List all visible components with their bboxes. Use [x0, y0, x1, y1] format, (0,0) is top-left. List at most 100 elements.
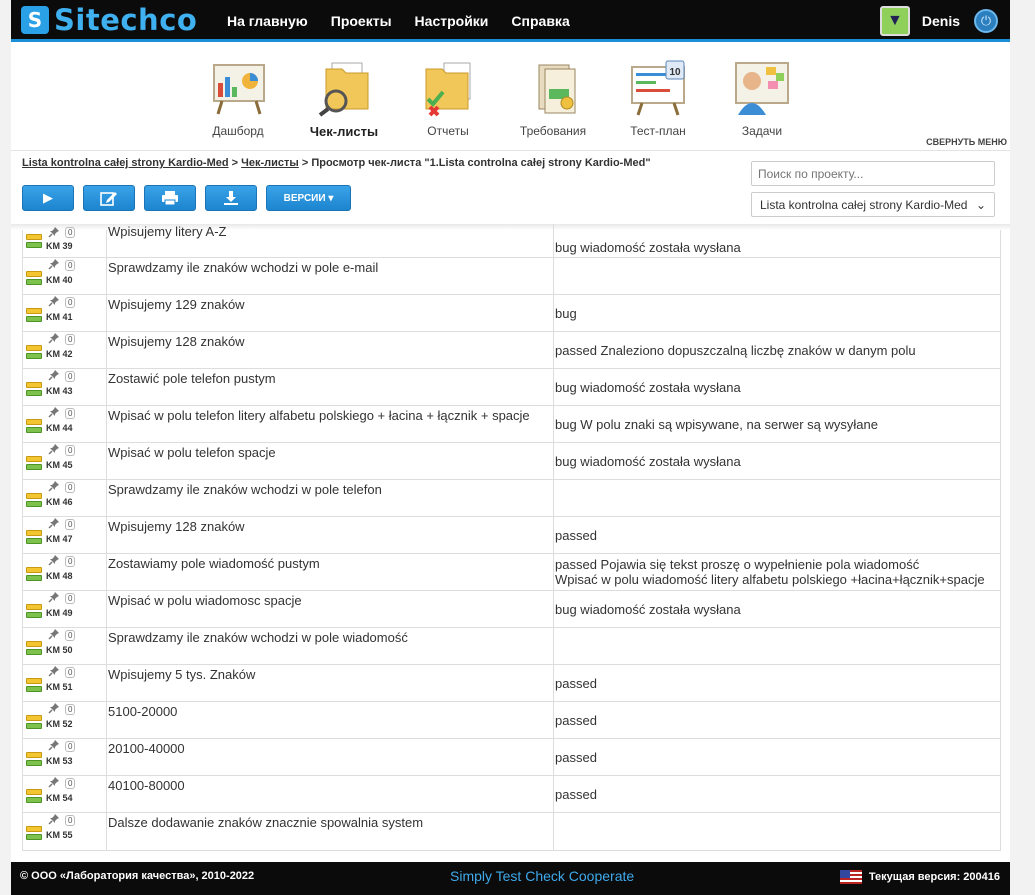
step-result[interactable]	[554, 480, 1000, 516]
table-row[interactable]: 0 KM 40 Sprawdzamy ile znaków wchodzi w po…	[23, 258, 1000, 295]
step-text[interactable]: Sprawdzamy ile znaków wchodzi w pole wia…	[107, 628, 554, 664]
step-text[interactable]: Zostawić pole telefon pustym	[107, 369, 554, 405]
comment-count[interactable]: 0	[65, 227, 76, 238]
status-bars[interactable]	[26, 409, 42, 433]
logo[interactable]: S Sitechco	[21, 6, 197, 35]
status-bars[interactable]	[26, 372, 42, 396]
step-result[interactable]	[554, 628, 1000, 664]
status-bars[interactable]	[26, 742, 42, 766]
step-result[interactable]: bug W polu znaki są wpisywane, na serwer…	[554, 406, 1000, 442]
comment-count[interactable]: 0	[65, 667, 76, 678]
table-row[interactable]: 0 KM 46 Sprawdzamy ile znaków wchodzi w po…	[23, 480, 1000, 517]
step-result[interactable]: bug wiadomość została wysłana	[554, 591, 1000, 627]
step-text[interactable]: Wpisujemy 128 znaków	[107, 517, 554, 553]
module-requirements[interactable]: Требования	[508, 59, 598, 138]
step-text[interactable]: 40100-80000	[107, 776, 554, 812]
step-text[interactable]: Dalsze dodawanie znaków znacznie spowaln…	[107, 813, 554, 850]
comment-count[interactable]: 0	[65, 371, 76, 382]
table-row[interactable]: 0 KM 47 Wpisujemy 128 znaków passed	[23, 517, 1000, 554]
comment-count[interactable]: 0	[65, 556, 76, 567]
versions-dropdown[interactable]: ВЕРСИИ ▾	[266, 185, 351, 211]
status-bars[interactable]	[26, 261, 42, 285]
nav-home[interactable]: На главную	[227, 13, 308, 29]
step-result[interactable]: bug	[554, 295, 1000, 331]
pin-icon[interactable]	[48, 702, 60, 717]
status-bars[interactable]	[26, 705, 42, 729]
step-result[interactable]: bug wiadomość została wysłana	[554, 443, 1000, 479]
step-text[interactable]: 20100-40000	[107, 739, 554, 775]
step-result[interactable]	[554, 258, 1000, 294]
status-bars[interactable]	[26, 335, 42, 359]
status-bars[interactable]	[26, 779, 42, 803]
comment-count[interactable]: 0	[65, 741, 76, 752]
pin-icon[interactable]	[48, 369, 60, 384]
step-result[interactable]: bug wiadomość została wysłana	[554, 230, 1000, 257]
pin-icon[interactable]	[48, 591, 60, 606]
project-select[interactable]: Lista kontrolna całej strony Kardio-Med …	[751, 192, 995, 217]
table-row[interactable]: 0 KM 45 Wpisać w polu telefon spacje bug wi…	[23, 443, 1000, 480]
table-row[interactable]: 0 KM 49 Wpisać w polu wiadomosc spacje bug …	[23, 591, 1000, 628]
table-row[interactable]: 0 KM 50 Sprawdzamy ile znaków wchodzi w po…	[23, 628, 1000, 665]
module-test-plan[interactable]: 10 Тест-план	[613, 59, 703, 138]
status-bars[interactable]	[26, 668, 42, 692]
project-search-input[interactable]	[751, 161, 995, 186]
pin-icon[interactable]	[48, 226, 60, 241]
step-text[interactable]: Sprawdzamy ile znaków wchodzi w pole e-m…	[107, 258, 554, 294]
pin-icon[interactable]	[48, 332, 60, 347]
step-result[interactable]: bug wiadomość została wysłana	[554, 369, 1000, 405]
comment-count[interactable]: 0	[65, 297, 76, 308]
step-result[interactable]: passed	[554, 517, 1000, 553]
pin-icon[interactable]	[48, 554, 60, 569]
table-row[interactable]: 0 KM 51 Wpisujemy 5 tys. Znaków passed	[23, 665, 1000, 702]
nav-help[interactable]: Справка	[511, 13, 569, 29]
pin-icon[interactable]	[48, 258, 60, 273]
module-checklists[interactable]: Чек-листы	[299, 59, 389, 139]
comment-count[interactable]: 0	[65, 593, 76, 604]
table-row[interactable]: 0 KM 48 Zostawiamy pole wiadomość pustym pa…	[23, 554, 1000, 591]
table-row[interactable]: 0 KM 42 Wpisujemy 128 znaków passed Znalezi…	[23, 332, 1000, 369]
pin-icon[interactable]	[48, 776, 60, 791]
user-name[interactable]: Denis	[922, 13, 960, 29]
pin-icon[interactable]	[48, 443, 60, 458]
pin-icon[interactable]	[48, 295, 60, 310]
table-row[interactable]: 0 KM 53 20100-40000 passed	[23, 739, 1000, 776]
step-text[interactable]: Wpisujemy litery A-Z	[107, 224, 554, 257]
status-bars[interactable]	[26, 483, 42, 507]
step-result[interactable]: passed Pojawia się tekst proszę o wypełn…	[554, 554, 1000, 590]
nav-projects[interactable]: Проекты	[331, 13, 392, 29]
comment-count[interactable]: 0	[65, 482, 76, 493]
comment-count[interactable]: 0	[65, 815, 76, 826]
module-reports[interactable]: Отчеты	[403, 59, 493, 138]
step-result[interactable]: passed Znaleziono dopuszczalną liczbę zn…	[554, 332, 1000, 368]
power-icon[interactable]: ⏻	[974, 9, 998, 33]
step-result[interactable]: passed	[554, 702, 1000, 738]
comment-count[interactable]: 0	[65, 519, 76, 530]
comment-count[interactable]: 0	[65, 630, 76, 641]
table-row[interactable]: 0 KM 54 40100-80000 passed	[23, 776, 1000, 813]
pin-icon[interactable]	[48, 480, 60, 495]
step-text[interactable]: Wpisujemy 5 tys. Znaków	[107, 665, 554, 701]
avatar[interactable]: ▼	[879, 6, 910, 36]
status-bars[interactable]	[26, 446, 42, 470]
comment-count[interactable]: 0	[65, 704, 76, 715]
pin-icon[interactable]	[48, 517, 60, 532]
comment-count[interactable]: 0	[65, 408, 76, 419]
comment-count[interactable]: 0	[65, 445, 76, 456]
print-button[interactable]	[144, 185, 196, 211]
collapse-menu-button[interactable]: СВЕРНУТЬ МЕНЮ	[926, 137, 1007, 147]
edit-button[interactable]	[83, 185, 135, 211]
module-tasks[interactable]: Задачи	[717, 59, 807, 138]
table-row[interactable]: 0 KM 55 Dalsze dodawanie znaków znacznie s…	[23, 813, 1000, 851]
pin-icon[interactable]	[48, 628, 60, 643]
breadcrumb-project[interactable]: Lista kontrolna całej strony Kardio-Med	[22, 157, 229, 169]
run-button[interactable]: ▶	[22, 185, 74, 211]
step-text[interactable]: Sprawdzamy ile znaków wchodzi w pole tel…	[107, 480, 554, 516]
comment-count[interactable]: 0	[65, 334, 76, 345]
pin-icon[interactable]	[48, 739, 60, 754]
table-row[interactable]: 0 KM 41 Wpisujemy 129 znaków bug	[23, 295, 1000, 332]
comment-count[interactable]: 0	[65, 778, 76, 789]
step-result[interactable]: passed	[554, 776, 1000, 812]
nav-settings[interactable]: Настройки	[415, 13, 489, 29]
status-bars[interactable]	[26, 816, 42, 840]
us-flag-icon[interactable]	[839, 870, 862, 884]
